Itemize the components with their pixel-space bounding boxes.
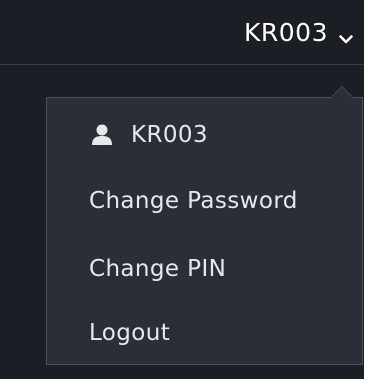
menu-item-user[interactable]: KR003 <box>89 118 208 152</box>
menu-item-change-password[interactable]: Change Password <box>89 184 298 218</box>
dropdown-caret <box>330 86 354 98</box>
menu-user-label: KR003 <box>131 122 208 148</box>
logout-label: Logout <box>89 320 171 346</box>
change-password-label: Change Password <box>89 188 298 214</box>
user-menu-toggle[interactable]: KR003 <box>244 14 354 50</box>
change-pin-label: Change PIN <box>89 256 227 282</box>
user-icon <box>89 122 115 148</box>
menu-item-change-pin[interactable]: Change PIN <box>89 252 226 286</box>
menu-item-logout[interactable]: Logout <box>89 316 170 350</box>
app-window: KR003 KR003 Change Password Change PIN L… <box>0 0 364 379</box>
username-label: KR003 <box>244 17 328 47</box>
user-dropdown-menu: KR003 Change Password Change PIN Logout <box>46 86 363 365</box>
chevron-down-icon <box>338 24 354 44</box>
top-bar: KR003 <box>0 0 364 65</box>
